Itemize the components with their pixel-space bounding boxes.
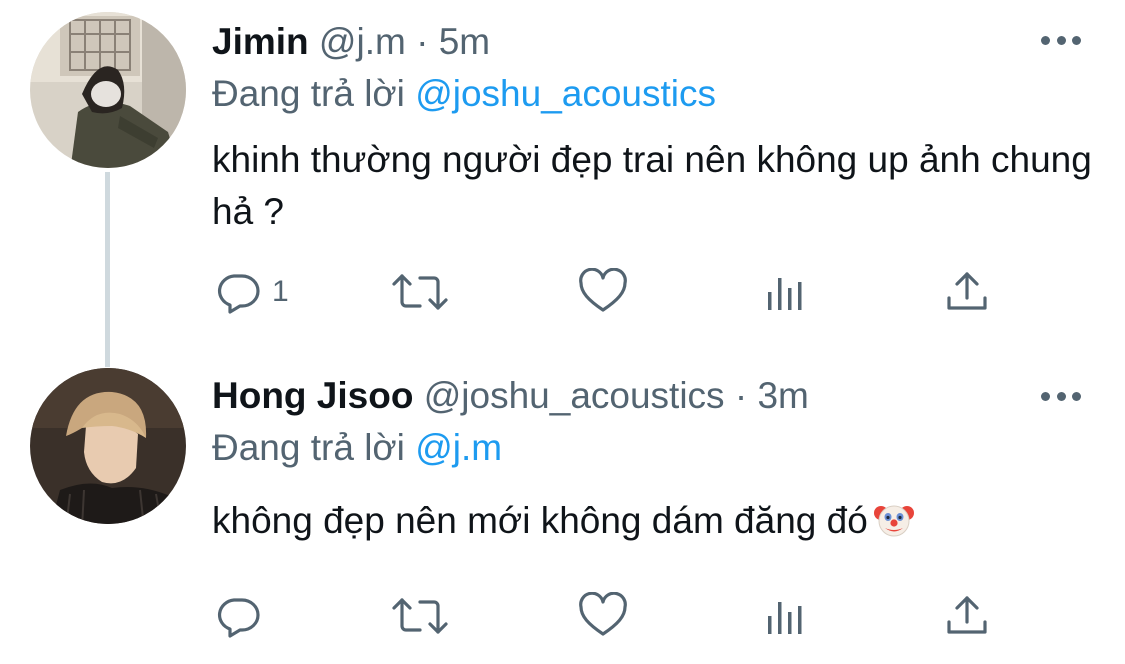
share-button[interactable] [944,586,990,646]
share-button[interactable] [944,262,990,322]
reply-button[interactable]: 1 [214,262,289,322]
tweet-actions: 1 [0,262,1125,322]
tweet-text-container: không đẹp nên mới không dám đăng đó [212,495,1092,547]
avatar-hong-jisoo[interactable] [30,368,186,524]
replying-to-label: Đang trả lời [212,427,405,468]
separator-dot: · [734,375,748,416]
avatar-jimin[interactable] [30,12,186,168]
more-icon[interactable] [1041,34,1081,46]
retweet-button[interactable] [390,262,450,322]
tweet-hong-jisoo[interactable]: Hong Jisoo @joshu_acoustics · 3m Đang tr… [0,350,1125,664]
timestamp[interactable]: 5m [439,21,490,62]
replying-to-mention[interactable]: @joshu_acoustics [415,73,716,114]
replying-to-line: Đang trả lời @joshu_acoustics [212,72,716,116]
timestamp[interactable]: 3m [757,375,808,416]
reply-button[interactable] [214,586,272,646]
analytics-icon [764,268,808,316]
reply-count: 1 [272,275,289,308]
analytics-button[interactable] [764,262,808,322]
tweet-text: khinh thường người đẹp trai nên không up… [212,139,1092,232]
replying-to-label: Đang trả lời [212,73,405,114]
tweet-header: Hong Jisoo @joshu_acoustics · 3m [212,374,809,418]
retweet-button[interactable] [390,586,450,646]
tweet-jimin[interactable]: Jimin @j.m · 5m Đang trả lời @joshu_acou… [0,0,1125,350]
tweet-actions [0,586,1125,646]
author-name[interactable]: Jimin [212,21,309,62]
share-icon [944,592,990,640]
like-button[interactable] [578,262,628,322]
heart-icon [578,592,628,640]
retweet-icon [390,268,450,316]
more-icon[interactable] [1041,390,1081,402]
analytics-icon [764,592,808,640]
analytics-button[interactable] [764,586,808,646]
replying-to-line: Đang trả lời @j.m [212,426,502,470]
tweet-header: Jimin @j.m · 5m [212,20,490,64]
reply-icon [214,592,262,640]
replying-to-mention[interactable]: @j.m [415,427,502,468]
author-name[interactable]: Hong Jisoo [212,375,413,416]
retweet-icon [390,592,450,640]
like-button[interactable] [578,586,628,646]
author-handle[interactable]: @j.m [319,21,406,62]
author-handle[interactable]: @joshu_acoustics [424,375,725,416]
separator-dot: · [416,21,429,62]
share-icon [944,268,990,316]
tweet-text: không đẹp nên mới không dám đăng đó [212,500,868,541]
heart-icon [578,268,628,316]
reply-icon [214,268,262,316]
reply-thread: Jimin @j.m · 5m Đang trả lời @joshu_acou… [0,0,1125,664]
clown-face-emoji-icon [873,499,914,539]
